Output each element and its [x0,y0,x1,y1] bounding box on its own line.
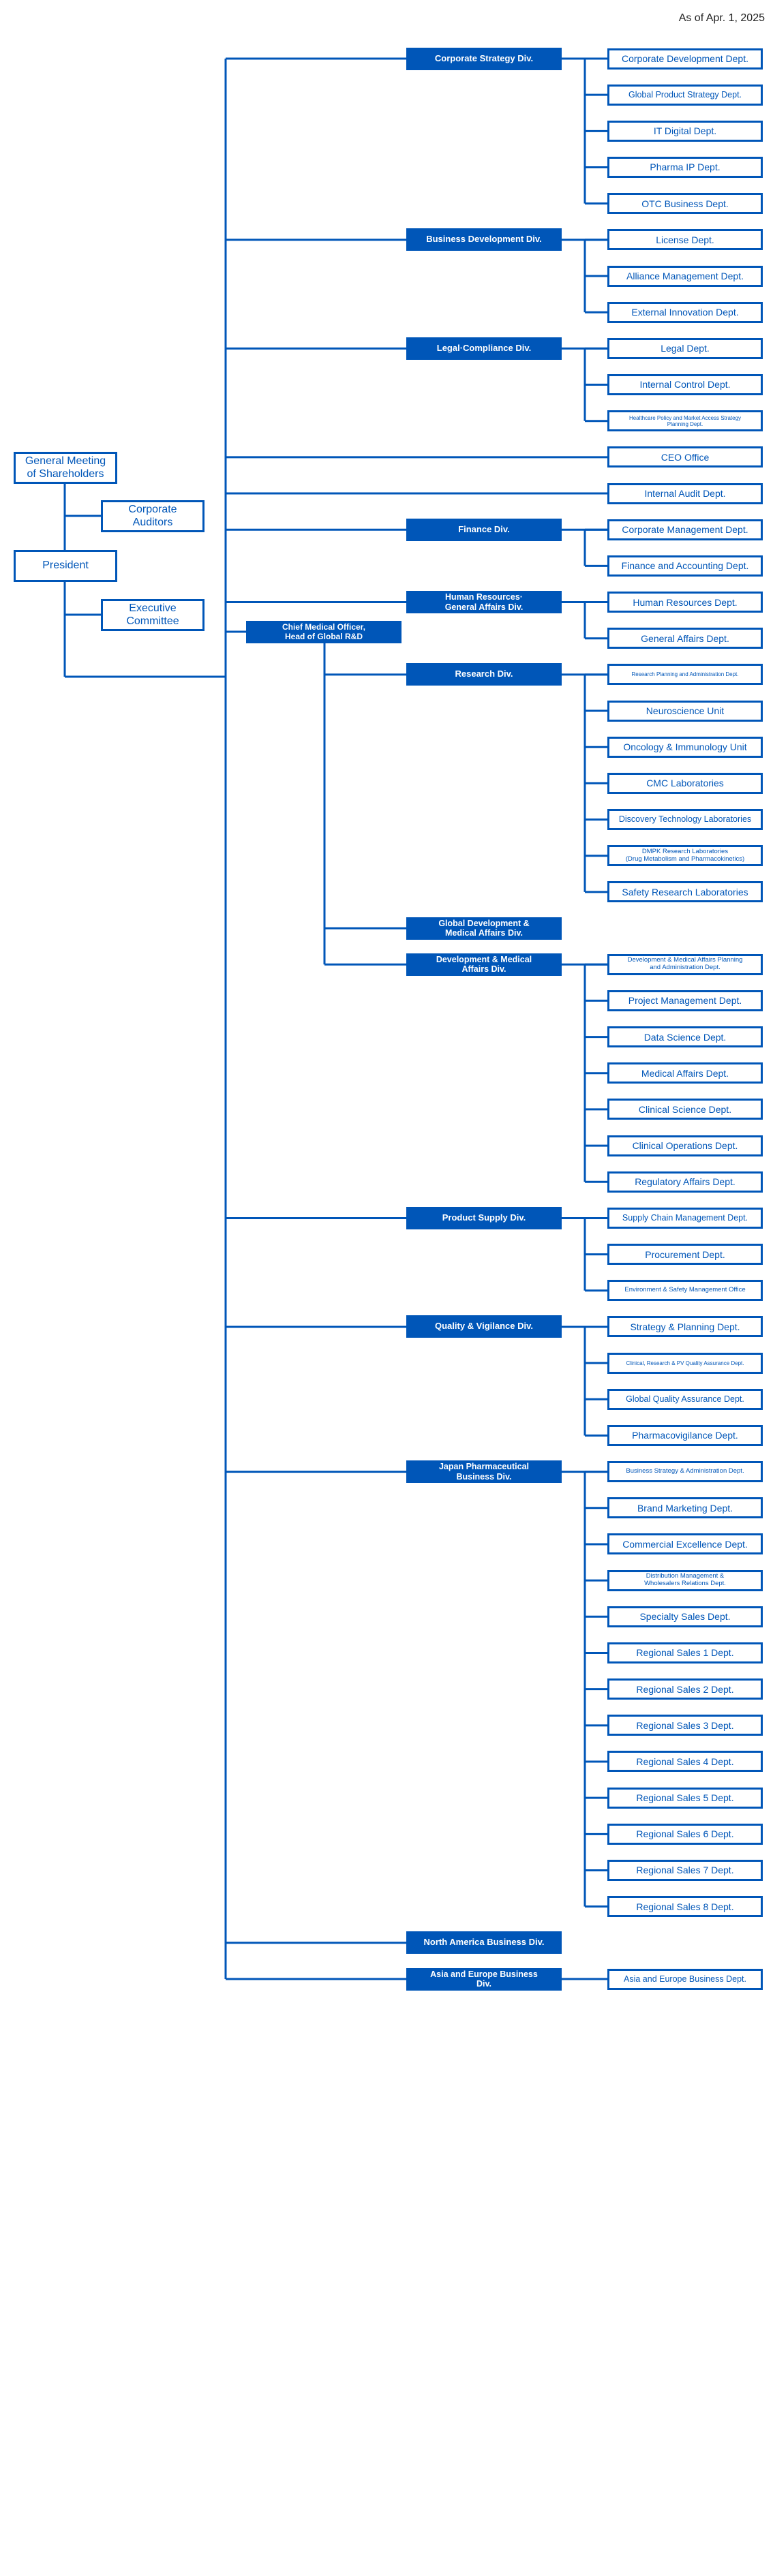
department-box: Discovery Technology Laboratories [607,809,763,831]
division-box: Product Supply Div. [406,1206,562,1229]
department-box: Regional Sales 4 Dept. [607,1751,763,1773]
department-box: Global Quality Assurance Dept. [607,1388,763,1410]
division-box: Quality & Vigilance Div. [406,1315,562,1338]
department-box: Development & Medical Affairs Planning a… [607,953,763,975]
department-box: Global Product Strategy Dept. [607,84,763,106]
department-box: Regulatory Affairs Dept. [607,1171,763,1193]
department-box: Regional Sales 1 Dept. [607,1642,763,1663]
department-box: Supply Chain Management Dept. [607,1207,763,1229]
department-box: Regional Sales 7 Dept. [607,1860,763,1881]
department-box: Project Management Dept. [607,990,763,1011]
department-box: Pharmacovigilance Dept. [607,1424,763,1446]
department-box: Legal Dept. [607,337,763,359]
division-box: Corporate Strategy Div. [406,47,562,70]
department-box: Clinical Science Dept. [607,1099,763,1120]
department-box: Alliance Management Dept. [607,265,763,287]
department-box: Internal Control Dept. [607,374,763,396]
department-box: Pharma IP Dept. [607,157,763,178]
department-box: Data Science Dept. [607,1026,763,1048]
division-box: Global Development & Medical Affairs Div… [406,917,562,940]
department-box: Clinical Operations Dept. [607,1135,763,1156]
department-box: Commercial Excellence Dept. [607,1533,763,1555]
executive-committee-box: Executive Committee [101,599,204,631]
department-box: Clinical, Research & PV Quality Assuranc… [607,1352,763,1374]
department-box: IT Digital Dept. [607,120,763,142]
department-box: Regional Sales 5 Dept. [607,1787,763,1809]
department-box: Asia and Europe Business Dept. [607,1968,763,1990]
division-box: Research Div. [406,663,562,686]
division-box: Development & Medical Affairs Div. [406,953,562,976]
department-box: Specialty Sales Dept. [607,1606,763,1627]
general-meeting-box: General Meeting of Shareholders [14,452,117,484]
division-box: North America Business Div. [406,1931,562,1954]
department-box: General Affairs Dept. [607,628,763,649]
division-box: Japan Pharmaceutical Business Div. [406,1460,562,1484]
division-box: Finance Div. [406,518,562,541]
division-box: Business Development Div. [406,228,562,251]
office-box: CEO Office [607,446,763,468]
department-box: Finance and Accounting Dept. [607,555,763,577]
department-box: Safety Research Laboratories [607,881,763,903]
division-box: Asia and Europe Business Div. [406,1967,562,1991]
department-box: DMPK Research Laboratories (Drug Metabol… [607,845,763,867]
division-box: Human Resources· General Affairs Div. [406,591,562,614]
department-box: Environment & Safety Management Office [607,1280,763,1302]
department-box: Research Planning and Administration Dep… [607,664,763,686]
department-box: Regional Sales 2 Dept. [607,1678,763,1700]
department-box: Neuroscience Unit [607,700,763,722]
division-box: Legal·Compliance Div. [406,337,562,360]
department-box: Corporate Management Dept. [607,519,763,540]
cmo-box: Chief Medical Officer, Head of Global R&… [246,621,401,643]
president-box: President [14,550,117,582]
department-box: Healthcare Policy and Market Access Stra… [607,410,763,432]
department-box: Regional Sales 8 Dept. [607,1896,763,1918]
department-box: Human Resources Dept. [607,592,763,613]
department-box: Corporate Development Dept. [607,48,763,70]
department-box: External Innovation Dept. [607,301,763,323]
department-box: Brand Marketing Dept. [607,1497,763,1519]
org-chart: As of Apr. 1, 2025 General Meeting of Sh… [0,0,773,2576]
department-box: Medical Affairs Dept. [607,1062,763,1084]
office-box: Internal Audit Dept. [607,482,763,504]
department-box: Regional Sales 6 Dept. [607,1823,763,1845]
department-box: License Dept. [607,229,763,251]
department-box: Strategy & Planning Dept. [607,1316,763,1338]
department-box: Procurement Dept. [607,1244,763,1266]
department-box: CMC Laboratories [607,772,763,794]
department-box: Regional Sales 3 Dept. [607,1715,763,1736]
department-box: Oncology & Immunology Unit [607,736,763,758]
department-box: Business Strategy & Administration Dept. [607,1461,763,1483]
department-box: OTC Business Dept. [607,193,763,215]
department-box: Distribution Management & Wholesalers Re… [607,1569,763,1591]
corporate-auditors-box: Corporate Auditors [101,500,204,532]
